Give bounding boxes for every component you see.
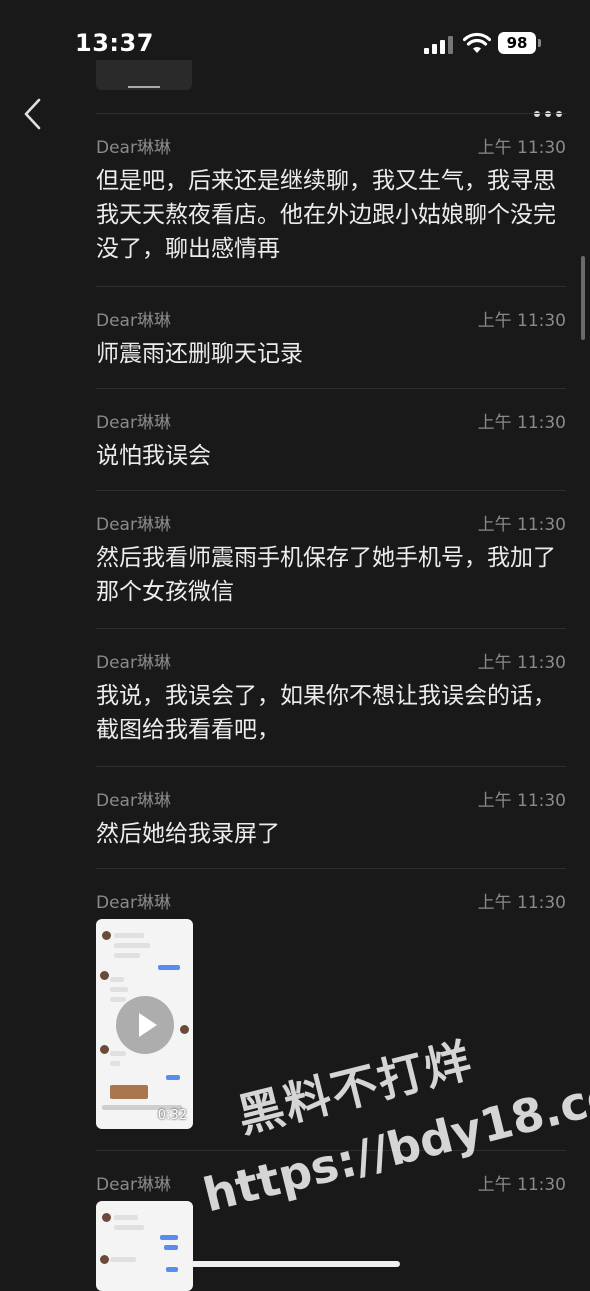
message-text: 然后她给我录屏了 <box>96 821 280 847</box>
video-duration: 0:32 <box>157 1108 187 1123</box>
video-thumbnail[interactable] <box>96 1201 193 1291</box>
message-time: 上午 11:30 <box>477 413 566 433</box>
status-bar: 13:37 98 <box>0 0 590 90</box>
message-sender: Dear琳琳 <box>96 413 171 433</box>
message-sender: Dear琳琳 <box>96 791 171 811</box>
message-item[interactable]: Dear琳琳 上午 11:30 我说，我误会了，如果你不想让我误会的话，截图给我… <box>96 628 566 767</box>
message-item[interactable]: Dear琳琳 上午 11:30 然后她给我录屏了 <box>96 766 566 869</box>
battery-icon: 98 <box>498 32 536 54</box>
message-text: 师震雨还删聊天记录 <box>96 341 303 367</box>
message-sender: Dear琳琳 <box>96 653 171 673</box>
message-time: 上午 11:30 <box>477 515 566 535</box>
message-text: 但是吧，后来还是继续聊，我又生气，我寻思我天天熬夜看店。他在外边跟小姑娘聊个没完… <box>96 168 556 262</box>
message-item[interactable]: Dear琳琳 上午 11:30 说怕我误会 <box>96 388 566 491</box>
message-time: 上午 11:30 <box>477 893 566 913</box>
message-sender: Dear琳琳 <box>96 893 171 913</box>
message-text: 我说，我误会了，如果你不想让我误会的话，截图给我看看吧， <box>96 683 556 743</box>
message-text: 说怕我误会 <box>96 443 211 469</box>
wifi-icon <box>463 32 491 53</box>
back-button[interactable] <box>18 96 48 132</box>
message-sender: Dear琳琳 <box>96 138 171 158</box>
message-sender: Dear琳琳 <box>96 515 171 535</box>
message-item[interactable]: Dear琳琳 上午 11:30 然后我看师震雨手机保存了她手机号，我加了那个女孩… <box>96 490 566 629</box>
message-time: 上午 11:30 <box>477 138 566 158</box>
previous-media-thumbnail[interactable] <box>96 60 192 90</box>
message-sender: Dear琳琳 <box>96 1175 171 1195</box>
play-icon[interactable] <box>116 996 174 1054</box>
message-item[interactable]: Dear琳琳 上午 11:30 但是吧，后来还是继续聊，我又生气，我寻思我天天熬… <box>96 113 566 286</box>
cellular-signal-icon <box>424 34 454 54</box>
message-item[interactable]: Dear琳琳 上午 11:30 师震雨还删聊天记录 <box>96 286 566 389</box>
chevron-left-icon <box>24 98 41 130</box>
message-time: 上午 11:30 <box>477 1175 566 1195</box>
battery-tip <box>538 39 541 47</box>
video-thumbnail[interactable]: 0:32 <box>96 919 193 1129</box>
message-time: 上午 11:30 <box>477 311 566 331</box>
message-sender: Dear琳琳 <box>96 311 171 331</box>
home-indicator[interactable] <box>190 1261 400 1267</box>
scrollbar[interactable] <box>581 256 585 340</box>
status-time: 13:37 <box>75 29 154 57</box>
message-text: 然后我看师震雨手机保存了她手机号，我加了那个女孩微信 <box>96 545 556 605</box>
message-time: 上午 11:30 <box>477 653 566 673</box>
message-time: 上午 11:30 <box>477 791 566 811</box>
